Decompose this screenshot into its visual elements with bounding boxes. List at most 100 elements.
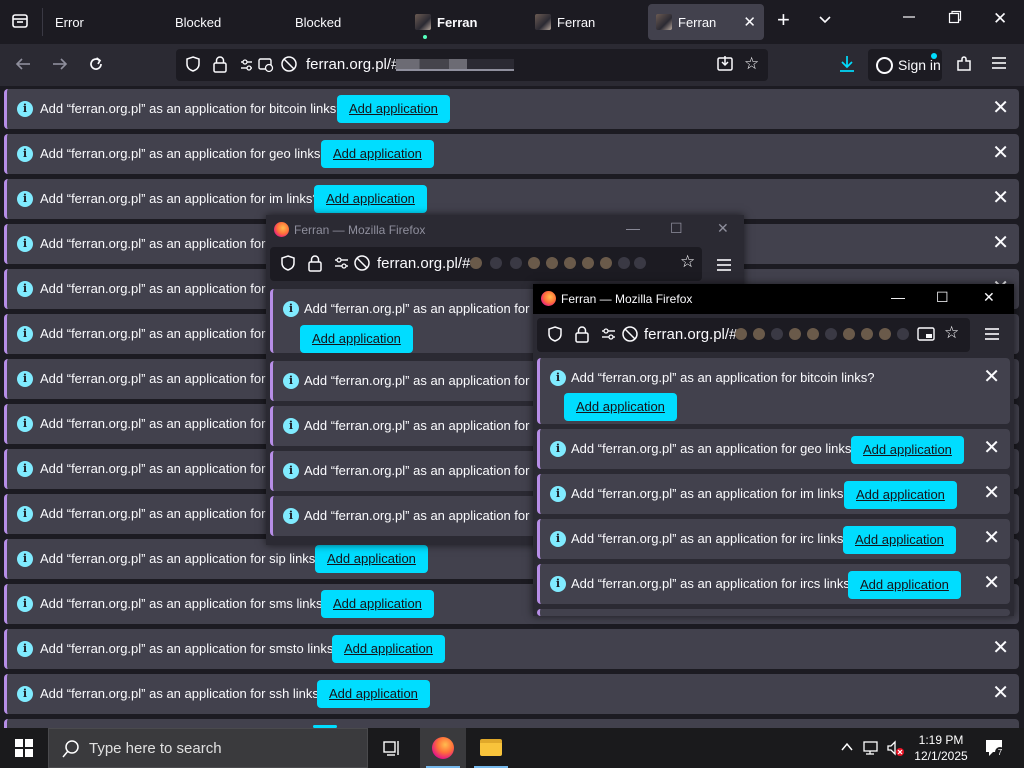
add-application-button[interactable]: Add application — [314, 185, 427, 213]
url-bar[interactable]: ferran.org.pl/# ☆ — [176, 49, 768, 81]
tab-blocked-1[interactable]: Blocked — [165, 4, 285, 40]
close-window-icon[interactable]: ✕ — [717, 220, 729, 237]
tracking-protection-icon[interactable] — [184, 55, 202, 78]
new-tab-icon[interactable]: + — [777, 9, 790, 31]
lock-icon[interactable] — [212, 55, 228, 78]
add-application-button[interactable]: Add application — [848, 571, 961, 599]
taskbar-explorer-button[interactable] — [468, 728, 514, 768]
minimize-icon[interactable]: — — [891, 289, 905, 305]
picture-in-picture-icon[interactable] — [917, 326, 935, 347]
tracking-protection-icon[interactable] — [279, 254, 297, 277]
add-application-button[interactable]: Add application — [564, 393, 677, 421]
tab-label: Ferran — [557, 14, 596, 30]
emoji-glyph — [470, 257, 482, 269]
add-application-button[interactable]: Add application — [337, 95, 450, 123]
add-application-button[interactable]: Add application — [843, 526, 956, 554]
permissions-icon[interactable] — [601, 326, 617, 347]
volume-muted-icon[interactable] — [886, 739, 904, 762]
app-menu-icon[interactable] — [984, 326, 1000, 347]
bookmark-star-icon[interactable]: ☆ — [680, 252, 695, 272]
tab-ferran-1[interactable]: Ferran — [405, 4, 525, 40]
add-application-button[interactable]: Add application — [851, 436, 964, 464]
add-application-button[interactable]: Add application — [332, 635, 445, 663]
reload-icon[interactable] — [87, 55, 105, 78]
close-icon[interactable]: ✕ — [983, 482, 1000, 504]
maximize-icon[interactable]: ☐ — [936, 289, 949, 306]
task-view-icon[interactable] — [383, 739, 401, 762]
emoji-glyph — [753, 328, 765, 340]
close-window-icon[interactable]: ✕ — [993, 9, 1007, 29]
popup-url-bar[interactable]: ferran.org.pl/# ☆ — [270, 247, 702, 281]
forward-icon[interactable] — [51, 55, 69, 78]
info-icon: i — [17, 146, 33, 162]
tab-ferran-3[interactable]: Ferran ✕ — [648, 4, 764, 40]
info-icon: i — [283, 418, 299, 434]
windows-start-icon[interactable] — [15, 739, 33, 762]
tab-blocked-2[interactable]: Blocked — [285, 4, 405, 40]
lock-icon[interactable] — [574, 325, 590, 348]
taskbar-firefox-button[interactable] — [420, 728, 466, 768]
lock-icon[interactable] — [307, 254, 323, 277]
emoji-glyph — [807, 328, 819, 340]
tab-error[interactable]: Error — [45, 4, 165, 40]
system-clock[interactable]: 1:19 PM 12/1/2025 — [906, 732, 976, 764]
bookmark-star-icon[interactable]: ☆ — [744, 54, 759, 74]
notifications-icon[interactable]: 7 — [984, 738, 1006, 763]
close-icon[interactable]: ✕ — [983, 366, 1000, 388]
save-to-pocket-icon[interactable] — [716, 55, 734, 78]
close-icon[interactable]: ✕ — [992, 97, 1009, 119]
network-icon[interactable] — [862, 739, 880, 762]
minimize-icon[interactable] — [902, 10, 916, 29]
restore-icon[interactable] — [948, 10, 962, 29]
show-hidden-icons-icon[interactable] — [840, 740, 854, 759]
autoplay-blocked-icon[interactable] — [621, 325, 639, 348]
add-application-button[interactable]: Add application — [844, 481, 957, 509]
add-application-button[interactable]: Add application — [300, 325, 413, 353]
close-icon[interactable]: ✕ — [983, 527, 1000, 549]
close-icon[interactable]: ✕ — [992, 142, 1009, 164]
bookmark-star-icon[interactable]: ☆ — [944, 323, 959, 343]
extensions-icon[interactable] — [955, 55, 973, 78]
close-window-icon[interactable]: ✕ — [983, 289, 995, 306]
tab-ferran-2[interactable]: Ferran — [525, 4, 645, 40]
url-text: ferran.org.pl/# — [306, 56, 400, 73]
info-icon: i — [17, 416, 33, 432]
autoplay-blocked-icon[interactable] — [353, 254, 371, 277]
notification-message: Add “ferran.org.pl” as an application fo… — [571, 370, 875, 385]
add-application-button[interactable]: Add application — [317, 680, 430, 708]
notification-message: Add “ferran.org.pl” as an application fo… — [40, 146, 328, 161]
back-icon[interactable] — [14, 55, 32, 78]
permissions-icon[interactable] — [334, 255, 350, 276]
permissions-icon[interactable] — [240, 56, 280, 79]
close-icon[interactable]: ✕ — [992, 187, 1009, 209]
taskbar-search-box[interactable]: Type here to search — [48, 728, 368, 768]
firefox-view-icon[interactable] — [11, 12, 29, 35]
maximize-icon[interactable]: ☐ — [670, 220, 683, 237]
autoplay-blocked-icon[interactable] — [280, 55, 298, 78]
sign-in-button[interactable]: Sign in — [868, 49, 942, 81]
add-application-button[interactable]: Add application — [321, 590, 434, 618]
minimize-icon[interactable]: — — [626, 220, 640, 236]
emoji-glyph — [843, 328, 855, 340]
popup-title-bar[interactable]: Ferran — Mozilla Firefox — ☐ ✕ — [533, 284, 1014, 314]
close-icon[interactable]: ✕ — [992, 232, 1009, 254]
app-menu-icon[interactable] — [991, 55, 1007, 76]
close-icon[interactable]: ✕ — [992, 637, 1009, 659]
add-application-button[interactable]: Add application — [315, 545, 428, 573]
emoji-glyph — [735, 328, 747, 340]
popup-url-bar[interactable]: ferran.org.pl/# ☆ — [537, 318, 970, 352]
close-icon[interactable]: ✕ — [992, 682, 1009, 704]
downloads-icon[interactable] — [838, 55, 856, 78]
close-icon[interactable]: ✕ — [983, 572, 1000, 594]
firefox-logo-icon — [274, 222, 289, 237]
tracking-protection-icon[interactable] — [546, 325, 564, 348]
tab-close-icon[interactable]: ✕ — [743, 13, 756, 31]
list-all-tabs-icon[interactable] — [817, 12, 833, 33]
notification-bar: i Add “ferran.org.pl” as an application … — [4, 179, 1019, 219]
emoji-glyph — [879, 328, 891, 340]
popup-title-bar[interactable]: Ferran — Mozilla Firefox — ☐ ✕ — [266, 215, 744, 245]
info-icon: i — [17, 326, 33, 342]
close-icon[interactable]: ✕ — [983, 437, 1000, 459]
app-menu-icon[interactable] — [716, 257, 732, 278]
add-application-button[interactable]: Add application — [321, 140, 434, 168]
